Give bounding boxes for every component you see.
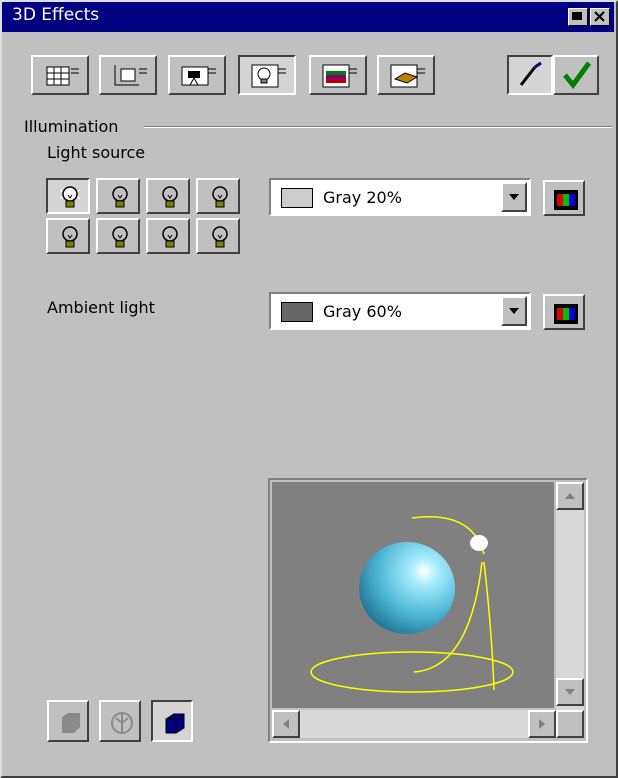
- arrow-up-icon: [565, 493, 575, 499]
- light-source-6-button[interactable]: [96, 218, 140, 254]
- close-button[interactable]: [590, 8, 610, 26]
- horizontal-scrollbar[interactable]: [272, 710, 556, 738]
- rotation-object-icon: [111, 712, 133, 734]
- convert-to-3d-button[interactable]: [47, 700, 89, 742]
- light-source-color-select[interactable]: Gray 20%: [269, 178, 531, 216]
- dropdown-button[interactable]: [501, 182, 527, 212]
- ambient-light-color-select[interactable]: Gray 60%: [269, 292, 531, 330]
- light-bulb-icon: [162, 226, 178, 248]
- shading-button[interactable]: [99, 55, 157, 95]
- chevron-down-icon: [509, 194, 519, 200]
- color-swatch: [281, 188, 313, 208]
- camera-button[interactable]: [168, 55, 226, 95]
- pipette-icon: [519, 61, 542, 86]
- minimize-button[interactable]: [568, 8, 588, 26]
- textures-button[interactable]: [309, 55, 367, 95]
- sphere-preview[interactable]: [272, 482, 554, 708]
- light-bulb-icon: [251, 64, 286, 88]
- perspective-button[interactable]: [151, 700, 193, 742]
- arrow-right-icon: [539, 719, 545, 729]
- scroll-up-button[interactable]: [556, 482, 584, 510]
- title-bar[interactable]: 3D Effects: [2, 2, 614, 32]
- light-bulb-icon: [212, 186, 228, 208]
- light-source-label: Light source: [47, 143, 146, 162]
- light-bulb-icon: [162, 186, 178, 208]
- light-source-5-button[interactable]: [46, 218, 90, 254]
- scroll-down-button[interactable]: [556, 678, 584, 706]
- preview-frame: [268, 478, 588, 743]
- perspective-cube-icon: [165, 713, 185, 734]
- material-icon: [390, 64, 425, 88]
- scrollbar-corner: [556, 710, 584, 738]
- scroll-left-button[interactable]: [272, 710, 300, 738]
- textures-icon: [322, 64, 357, 88]
- window-title: 3D Effects: [12, 5, 100, 25]
- ambient-light-label: Ambient light: [47, 298, 155, 317]
- checkmark-icon: [563, 61, 592, 89]
- scroll-right-button[interactable]: [528, 710, 556, 738]
- apply-button[interactable]: [553, 55, 599, 95]
- light-source-8-button[interactable]: [196, 218, 240, 254]
- material-button[interactable]: [377, 55, 435, 95]
- geometry-button[interactable]: [31, 55, 89, 95]
- chevron-down-icon: [509, 308, 519, 314]
- dropdown-button[interactable]: [501, 296, 527, 326]
- arrow-down-icon: [565, 689, 575, 695]
- minimize-icon: [572, 12, 582, 20]
- light-source-1-button[interactable]: [46, 178, 90, 214]
- light-bulb-icon: [59, 186, 81, 208]
- light-source-4-button[interactable]: [196, 178, 240, 214]
- illumination-button[interactable]: [238, 55, 296, 95]
- group-divider: [144, 126, 612, 128]
- light-color-palette-button[interactable]: [543, 180, 585, 216]
- cube-icon: [62, 713, 80, 733]
- geometry-icon: [46, 66, 79, 86]
- illumination-group-label: Illumination: [24, 117, 119, 136]
- select-value: Gray 60%: [323, 302, 402, 321]
- color-palette-icon: [554, 190, 578, 210]
- camera-icon: [181, 66, 216, 86]
- vertical-scrollbar[interactable]: [556, 482, 584, 712]
- light-bulb-icon: [112, 226, 128, 248]
- convert-to-rotation-object-button[interactable]: [99, 700, 141, 742]
- light-source-2-button[interactable]: [96, 178, 140, 214]
- shading-icon: [114, 65, 147, 86]
- color-swatch: [281, 302, 313, 322]
- light-source-3-button[interactable]: [146, 178, 190, 214]
- color-palette-icon: [554, 304, 578, 324]
- ambient-color-palette-button[interactable]: [543, 294, 585, 330]
- arrow-left-icon: [283, 719, 289, 729]
- close-icon: [594, 11, 605, 22]
- light-bulb-icon: [112, 186, 128, 208]
- light-bulb-icon: [212, 226, 228, 248]
- light-bulb-icon: [62, 226, 78, 248]
- assign-button[interactable]: [507, 55, 553, 95]
- select-value: Gray 20%: [323, 188, 402, 207]
- light-source-7-button[interactable]: [146, 218, 190, 254]
